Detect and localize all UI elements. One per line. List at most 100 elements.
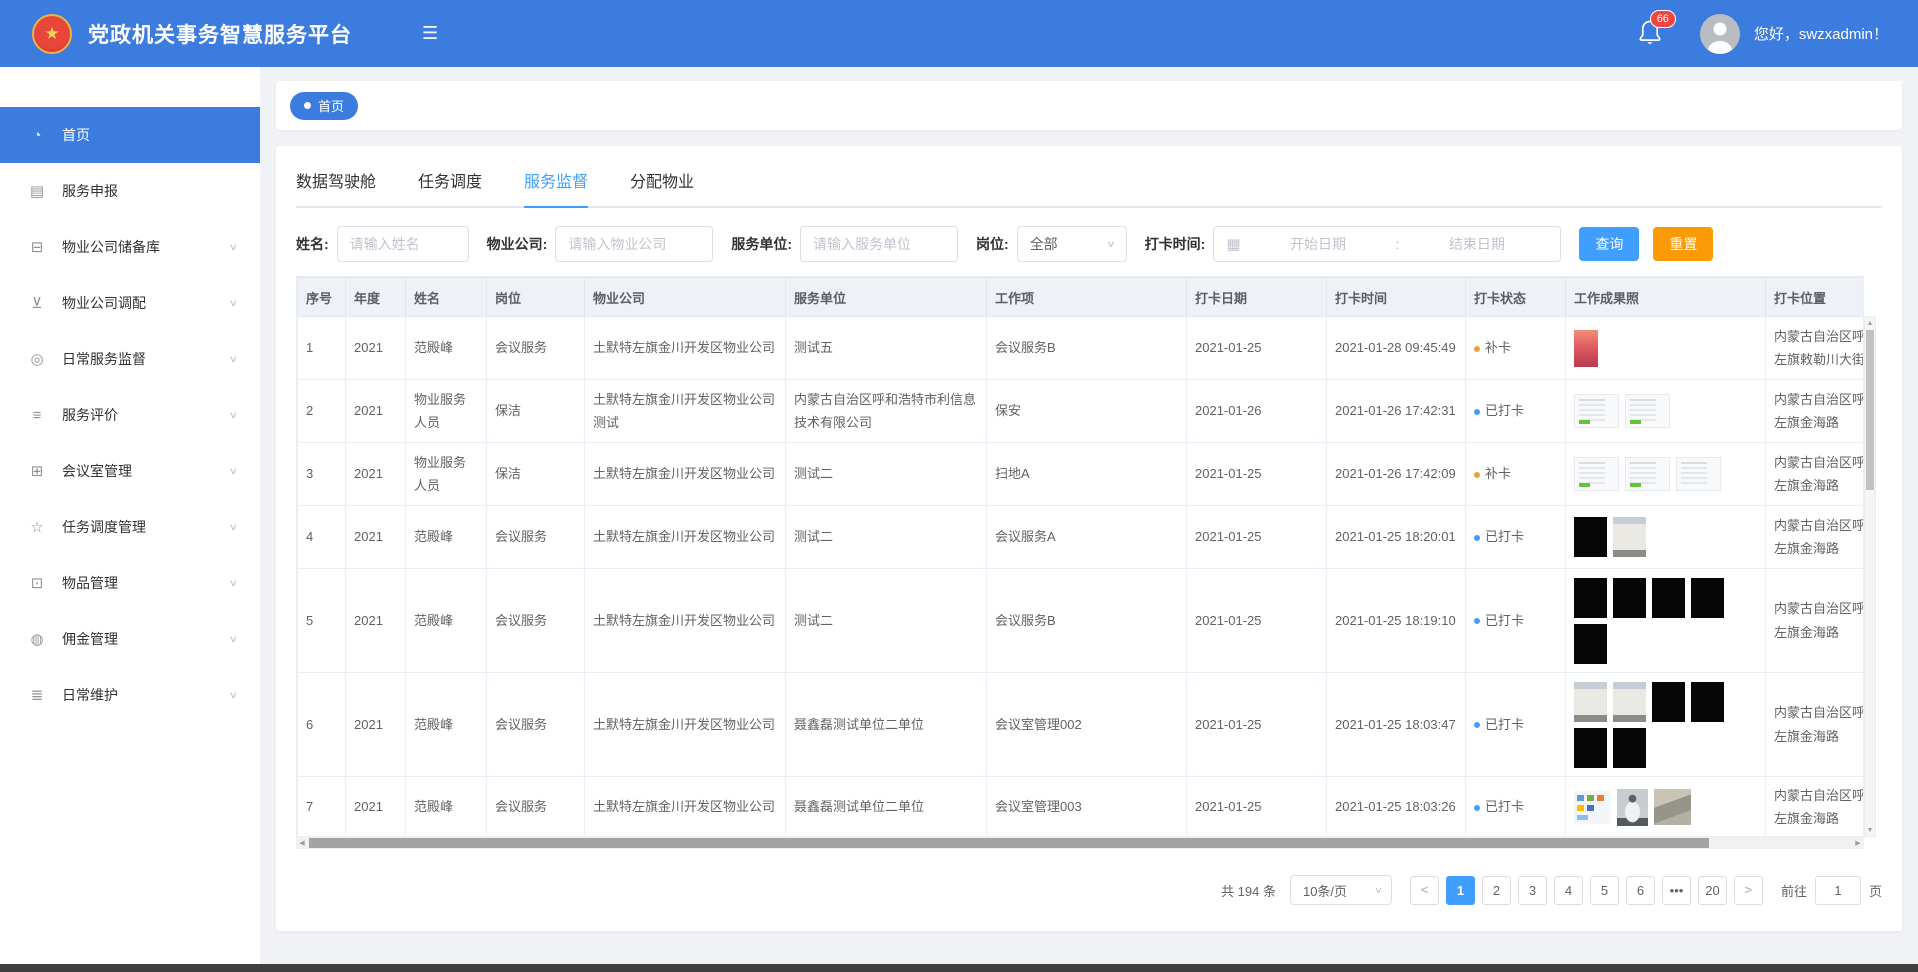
- result-photo[interactable]: [1574, 728, 1607, 768]
- chevron-down-icon: ∨: [228, 297, 238, 308]
- result-photo[interactable]: [1574, 791, 1611, 824]
- tab[interactable]: 任务调度: [418, 168, 482, 206]
- result-photo[interactable]: [1652, 578, 1685, 618]
- horizontal-scroll-thumb[interactable]: [309, 838, 1709, 848]
- page-button[interactable]: 1: [1446, 876, 1475, 905]
- page-button[interactable]: 2: [1482, 876, 1511, 905]
- tab[interactable]: 服务监督: [524, 168, 588, 206]
- cell-photos: [1566, 380, 1766, 443]
- sidebar-item[interactable]: ◍佣金管理∨: [0, 611, 260, 667]
- daily-supervision-icon: ◎: [26, 350, 48, 368]
- sidebar-item-label: 物业公司调配: [62, 293, 146, 313]
- result-photo[interactable]: [1613, 578, 1646, 618]
- maintenance-icon: ≣: [26, 686, 48, 704]
- result-photo[interactable]: [1613, 682, 1646, 722]
- cell-year: 2021: [346, 673, 406, 777]
- page-size-select[interactable]: 10条/页 ∨: [1290, 875, 1392, 905]
- result-photo[interactable]: [1574, 457, 1619, 491]
- sidebar-item[interactable]: ◎日常服务监督∨: [0, 331, 260, 387]
- cell-work_item: 会议服务B: [987, 317, 1187, 380]
- breadcrumb-tag-home[interactable]: 首页: [290, 92, 358, 120]
- sidebar-item[interactable]: ▤服务申报: [0, 163, 260, 219]
- task-schedule-icon: ☆: [26, 518, 48, 536]
- cell-status: 已打卡: [1466, 777, 1566, 838]
- cell-post: 会议服务: [487, 569, 585, 673]
- tab[interactable]: 数据驾驶舱: [296, 168, 376, 206]
- cell-company: 土默特左旗金川开发区物业公司测试: [585, 380, 786, 443]
- result-photo[interactable]: [1654, 789, 1691, 825]
- result-photo[interactable]: [1574, 394, 1619, 428]
- prev-page-button[interactable]: <: [1410, 876, 1439, 905]
- cell-company: 土默特左旗金川开发区物业公司: [585, 317, 786, 380]
- vertical-scrollbar[interactable]: ▲ ▼: [1864, 316, 1876, 837]
- search-button[interactable]: 查询: [1579, 227, 1639, 261]
- sidebar-item[interactable]: ◔首页: [0, 107, 260, 163]
- scroll-up-arrow-icon[interactable]: ▲: [1865, 317, 1875, 329]
- cell-company: 土默特左旗金川开发区物业公司: [585, 443, 786, 506]
- cell-photos: [1566, 443, 1766, 506]
- post-filter-label: 岗位:: [976, 234, 1009, 254]
- sidebar-item[interactable]: ≣日常维护∨: [0, 667, 260, 723]
- result-photo[interactable]: [1613, 728, 1646, 768]
- result-photo[interactable]: [1691, 578, 1724, 618]
- result-photo[interactable]: [1691, 682, 1724, 722]
- cell-index: 2: [298, 380, 346, 443]
- sidebar-item[interactable]: ☆任务调度管理∨: [0, 499, 260, 555]
- cell-time: 2021-01-26 17:42:09: [1327, 443, 1466, 506]
- menu-fold-icon[interactable]: ☰: [422, 23, 438, 44]
- cell-index: 1: [298, 317, 346, 380]
- reset-button[interactable]: 重置: [1653, 227, 1713, 261]
- page-button[interactable]: 6: [1626, 876, 1655, 905]
- cell-status: 已打卡: [1466, 569, 1566, 673]
- avatar[interactable]: [1700, 14, 1740, 54]
- start-date-placeholder: 开始日期: [1247, 234, 1390, 254]
- result-photo[interactable]: [1617, 789, 1648, 826]
- scroll-left-arrow-icon[interactable]: ◀: [296, 837, 308, 849]
- sidebar-item[interactable]: ⊟物业公司储备库∨: [0, 219, 260, 275]
- page-number-buttons: 123456•••20: [1446, 876, 1727, 905]
- page-button[interactable]: 4: [1554, 876, 1583, 905]
- scroll-right-arrow-icon[interactable]: ▶: [1852, 837, 1864, 849]
- result-photo[interactable]: [1574, 517, 1607, 557]
- user-greeting: 您好，swzxadmin！: [1754, 23, 1888, 44]
- result-photo[interactable]: [1574, 330, 1598, 367]
- result-photo[interactable]: [1652, 682, 1685, 722]
- sidebar-item[interactable]: ⊞会议室管理∨: [0, 443, 260, 499]
- result-photo[interactable]: [1574, 682, 1607, 722]
- sidebar-item[interactable]: ⊻物业公司调配∨: [0, 275, 260, 331]
- sidebar-item-label: 物品管理: [62, 573, 118, 593]
- unit-input[interactable]: [800, 226, 958, 262]
- company-input[interactable]: [555, 226, 713, 262]
- more-pages-button[interactable]: •••: [1662, 876, 1691, 905]
- horizontal-scrollbar[interactable]: ◀ ▶: [296, 837, 1864, 849]
- checkin-table: 序号年度姓名岗位物业公司服务单位工作项打卡日期打卡时间打卡状态工作成果照打卡位置…: [297, 277, 1864, 837]
- sidebar-item[interactable]: ⊡物品管理∨: [0, 555, 260, 611]
- page-button[interactable]: 5: [1590, 876, 1619, 905]
- cell-year: 2021: [346, 777, 406, 838]
- result-photo[interactable]: [1613, 517, 1646, 557]
- cell-time: 2021-01-25 18:03:26: [1327, 777, 1466, 838]
- date-range-picker[interactable]: ▦ 开始日期 : 结束日期: [1213, 226, 1561, 262]
- vertical-scroll-thumb[interactable]: [1866, 330, 1874, 490]
- sidebar-item-label: 首页: [62, 125, 90, 145]
- status-dot-icon: [1474, 472, 1480, 478]
- name-input[interactable]: [337, 226, 469, 262]
- cell-date: 2021-01-25: [1187, 569, 1327, 673]
- result-photo[interactable]: [1676, 457, 1721, 491]
- sidebar-item[interactable]: ≡服务评价∨: [0, 387, 260, 443]
- result-photo[interactable]: [1574, 624, 1607, 664]
- post-select[interactable]: 全部 ∨: [1017, 226, 1127, 262]
- page-button[interactable]: 3: [1518, 876, 1547, 905]
- result-photo[interactable]: [1625, 457, 1670, 491]
- next-page-button[interactable]: >: [1734, 876, 1763, 905]
- scroll-down-arrow-icon[interactable]: ▼: [1865, 824, 1875, 836]
- goto-suffix: 页: [1869, 881, 1882, 900]
- notification-bell[interactable]: 66: [1638, 19, 1666, 49]
- goto-page-input[interactable]: [1815, 876, 1861, 905]
- cell-index: 5: [298, 569, 346, 673]
- page-button[interactable]: 20: [1698, 876, 1727, 905]
- cell-photos: [1566, 673, 1766, 777]
- tab[interactable]: 分配物业: [630, 168, 694, 206]
- result-photo[interactable]: [1574, 578, 1607, 618]
- result-photo[interactable]: [1625, 394, 1670, 428]
